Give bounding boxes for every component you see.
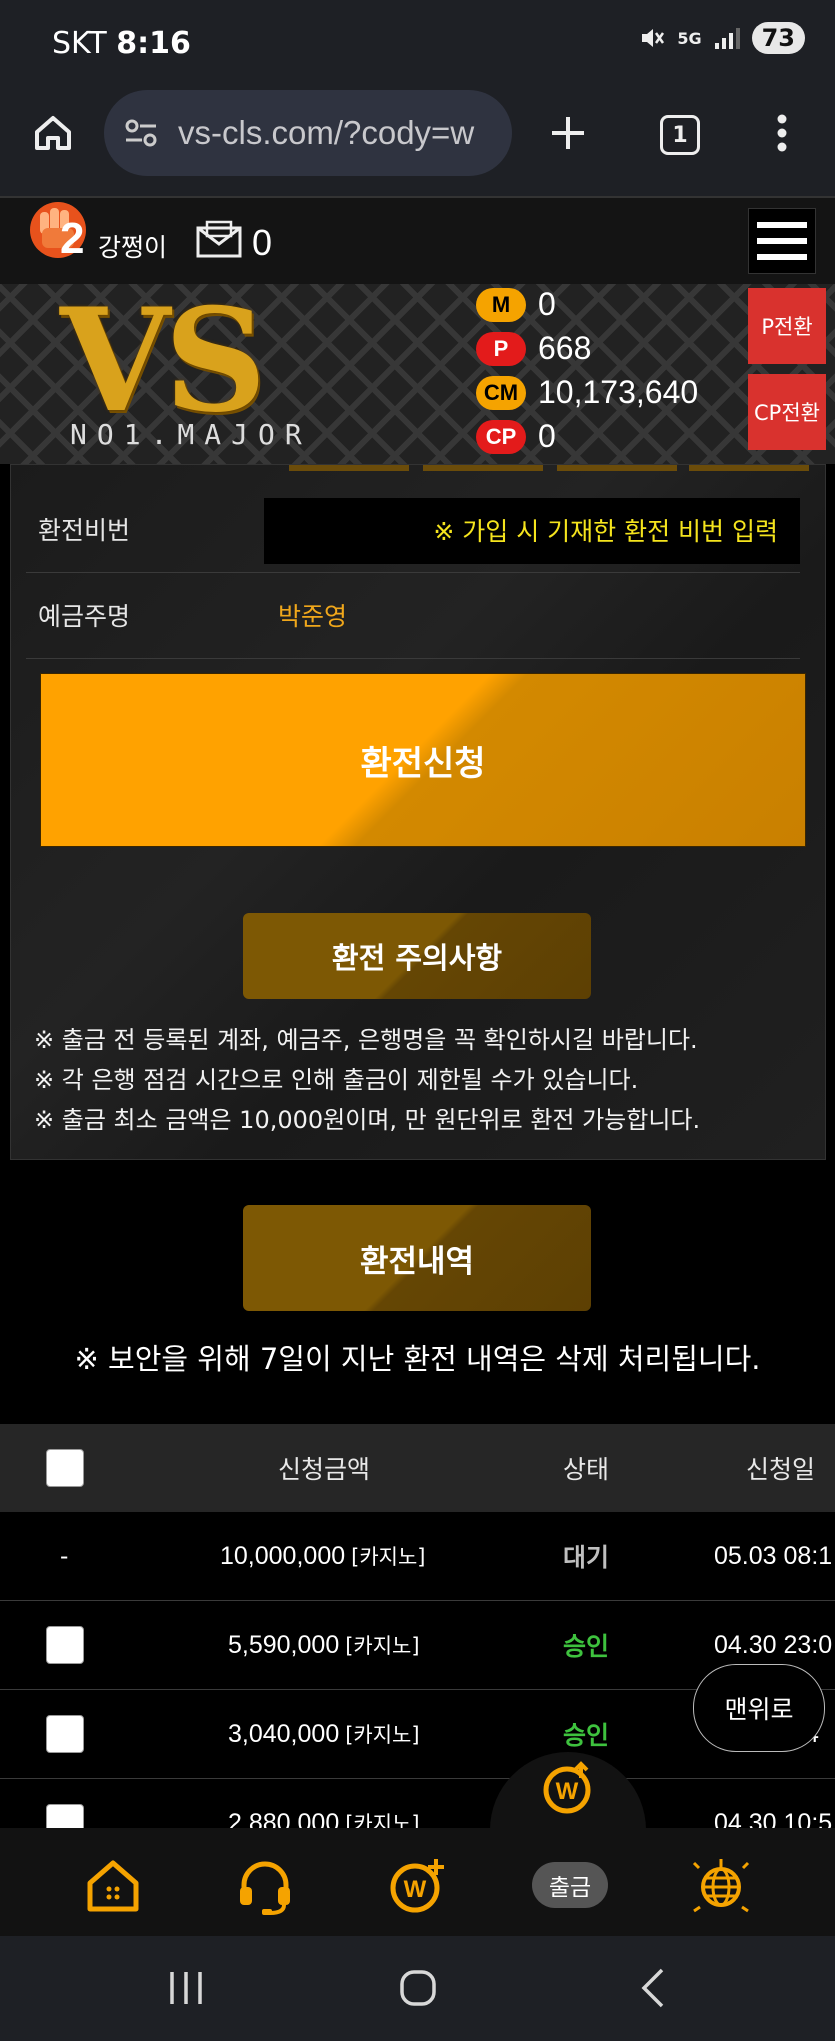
scroll-to-top-button[interactable]: 맨위로	[693, 1664, 825, 1752]
notice-line: ※ 출금 전 등록된 계좌, 예금주, 은행명을 꼭 확인하시길 바랍니다.	[34, 1026, 698, 1054]
recents-icon[interactable]	[166, 1968, 206, 2008]
home-button[interactable]	[30, 110, 76, 156]
row-status: 대기	[563, 1543, 610, 1572]
clock: 8:16	[116, 26, 191, 61]
new-tab-button[interactable]	[545, 110, 591, 156]
cp-point-row: CP 0	[476, 418, 556, 455]
select-all-cell	[46, 1424, 84, 1512]
user-level: 2	[60, 214, 85, 263]
withdraw-coin-icon: W	[543, 1761, 591, 1814]
p-convert-button[interactable]: P전환	[748, 288, 826, 364]
holder-label: 예금주명	[38, 602, 131, 631]
address-bar[interactable]: vs-cls.com/?cody=w	[104, 90, 512, 176]
amount-type: [카지노]	[345, 1634, 420, 1658]
support-headset-icon[interactable]	[234, 1855, 296, 1917]
mute-icon	[642, 29, 665, 47]
status-icons: 5G 73	[639, 22, 805, 54]
amount-value: 3,040,000	[228, 1719, 340, 1748]
tab-switcher-button[interactable]: 1	[657, 112, 703, 158]
notice-list: ※ 출금 전 등록된 계좌, 예금주, 은행명을 꼭 확인하시길 바랍니다. ※…	[34, 1020, 700, 1140]
row-select-cell	[46, 1690, 84, 1778]
site-settings-icon[interactable]	[122, 114, 160, 152]
battery-level: 73	[751, 22, 805, 54]
cm-point-value: 10,173,640	[538, 374, 699, 410]
m-point-row: M 0	[476, 286, 556, 323]
mail-count: 0	[252, 222, 273, 263]
amount-type: [카지노]	[351, 1545, 426, 1569]
cp-point-badge: CP	[476, 419, 526, 454]
browser-toolbar: vs-cls.com/?cody=w 1	[0, 90, 835, 196]
notice-line: ※ 출금 최소 금액은 10,000원이며, 만 원단위로 환전 가능합니다.	[34, 1106, 701, 1134]
holder-name-value: 박준영	[278, 602, 348, 631]
col-status: 상태	[563, 1455, 610, 1484]
cp-point-value: 0	[538, 418, 556, 454]
col-amount: 신청금액	[278, 1455, 371, 1484]
amount-value: 5,590,000	[228, 1630, 340, 1659]
holder-row: 예금주명 박준영	[26, 572, 800, 659]
site-header: 2 강쩡이 0	[0, 196, 835, 286]
cp-convert-button[interactable]: CP전환	[748, 374, 826, 450]
tab-strip-edges	[289, 465, 809, 471]
row-select-placeholder: -	[60, 1541, 69, 1570]
casino-globe-icon[interactable]	[690, 1855, 752, 1917]
more-menu-button[interactable]	[762, 110, 802, 156]
back-chevron-icon[interactable]	[636, 1966, 672, 2010]
row-checkbox[interactable]	[46, 1626, 84, 1664]
home-icon	[35, 116, 71, 150]
withdraw-apply-button[interactable]: 환전신청	[40, 673, 806, 847]
row-amount: 5,590,000 [카지노]	[228, 1601, 420, 1689]
p-point-row: P 668	[476, 330, 591, 367]
pin-label: 환전비번	[38, 516, 131, 545]
history-table-header: 신청금액 상태 신청일	[0, 1424, 835, 1514]
select-all-checkbox[interactable]	[46, 1449, 84, 1487]
p-point-value: 668	[538, 330, 592, 366]
vs-logo: VS	[60, 284, 267, 444]
m-point-badge: M	[476, 287, 526, 322]
withdraw-notice-button[interactable]: 환전 주의사항	[243, 913, 591, 999]
hamburger-menu-button[interactable]	[748, 208, 816, 274]
withdraw-nav-button[interactable]: 출금	[532, 1862, 608, 1908]
cm-point-row: CM 10,173,640	[476, 374, 698, 411]
plus-icon	[552, 117, 584, 149]
row-checkbox[interactable]	[46, 1715, 84, 1753]
network-label: 5G	[677, 28, 702, 48]
carrier-label: SKT	[52, 26, 107, 61]
row-date: 05.03 08:1	[714, 1541, 833, 1570]
table-row: - 10,000,000 [카지노] 대기 05.03 08:1	[0, 1512, 835, 1601]
status-bar: SKT 8:16 5G 73	[0, 0, 835, 90]
p-point-badge: P	[476, 331, 526, 366]
home-nav-icon[interactable]	[82, 1855, 144, 1917]
mail-icon[interactable]	[195, 220, 243, 260]
cm-point-badge: CM	[476, 375, 526, 410]
signal-icon	[714, 28, 740, 49]
brand-banner: VS NO1.MAJOR M 0 P 668 CM 10,173,640 CP …	[0, 284, 835, 464]
security-note: ※ 보안을 위해 7일이 지난 환전 내역은 삭제 처리됩니다.	[74, 1342, 761, 1376]
url-text: vs-cls.com/?cody=w	[178, 114, 475, 151]
deposit-coin-icon[interactable]: W	[386, 1855, 448, 1917]
tab-count: 1	[660, 115, 700, 155]
amount-type: [카지노]	[345, 1723, 420, 1747]
system-nav-bar	[0, 1936, 835, 2041]
row-select-cell	[46, 1601, 84, 1689]
svg-text:W: W	[404, 1876, 427, 1903]
more-vert-icon	[777, 114, 787, 152]
row-amount: 10,000,000 [카지노]	[220, 1512, 425, 1600]
svg-text:W: W	[556, 1778, 579, 1805]
row-status: 승인	[563, 1632, 610, 1661]
vs-logo-subtitle: NO1.MAJOR	[70, 418, 312, 451]
user-nickname: 강쩡이	[98, 233, 168, 262]
status-carrier-time: SKT 8:16	[52, 26, 191, 61]
m-point-value: 0	[538, 286, 556, 322]
withdraw-pin-input[interactable]	[264, 498, 800, 564]
amount-value: 10,000,000	[220, 1541, 346, 1570]
row-amount: 3,040,000 [카지노]	[228, 1690, 420, 1778]
notice-line: ※ 각 은행 점검 시간으로 인해 출금이 제한될 수가 있습니다.	[34, 1066, 639, 1094]
home-circle-icon[interactable]	[398, 1966, 438, 2010]
withdraw-history-button[interactable]: 환전내역	[243, 1205, 591, 1311]
col-date: 신청일	[746, 1455, 816, 1484]
